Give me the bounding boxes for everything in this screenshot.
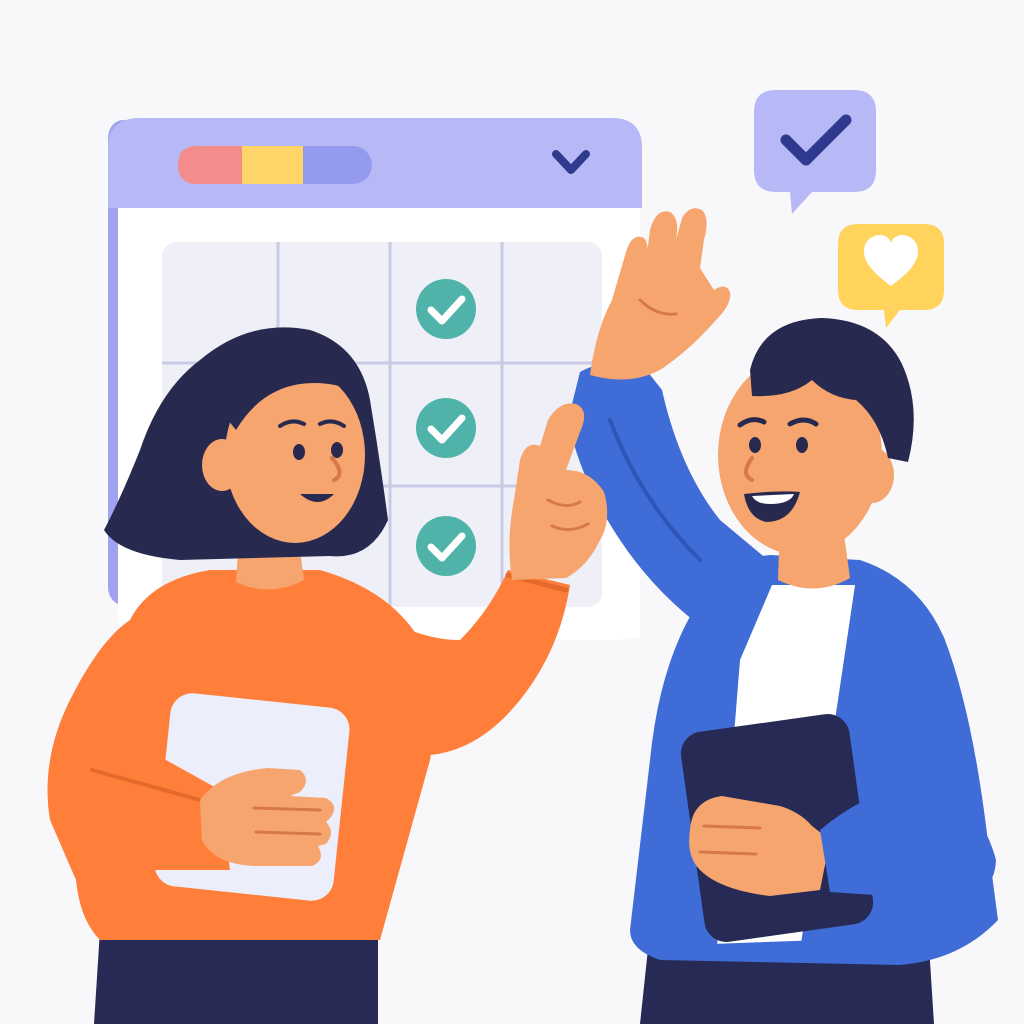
window-color-pill <box>178 146 372 184</box>
woman-eye-right <box>331 442 343 458</box>
illustration-canvas <box>0 0 1024 1024</box>
calendar-check-3 <box>416 516 476 576</box>
woman-eye-left <box>293 444 305 460</box>
woman-pants <box>94 930 378 1024</box>
calendar-check-1 <box>416 279 476 339</box>
calendar-check-2 <box>416 398 476 458</box>
man-ear <box>850 447 894 503</box>
woman-ear <box>202 439 242 491</box>
man-eye-right <box>796 437 808 453</box>
man-eye-left <box>749 437 761 453</box>
